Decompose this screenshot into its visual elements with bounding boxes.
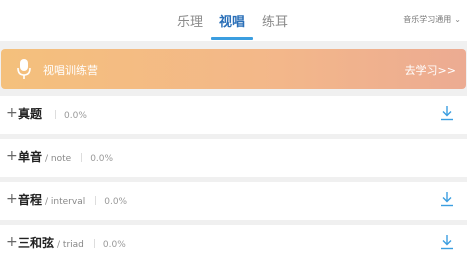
plus-icon[interactable]: + — [6, 191, 18, 207]
download-icon[interactable] — [440, 105, 454, 121]
list-item-interval[interactable]: + 音程 / interval 0.0% — [0, 182, 467, 220]
row-title: 音程 — [18, 193, 43, 207]
progress-percent: 0.0% — [90, 154, 114, 164]
chevron-down-icon: ⌄ — [454, 15, 461, 24]
download-icon[interactable] — [440, 191, 454, 207]
divider — [93, 239, 95, 248]
list-item-note[interactable]: + 单音 / note 0.0% — [0, 139, 467, 177]
go-learn-link[interactable]: 去学习>> — [405, 62, 456, 78]
download-icon[interactable] — [440, 234, 454, 250]
row-subtitle: / note — [45, 154, 72, 164]
list-item-real-exam[interactable]: + 真题 0.0% — [0, 96, 467, 134]
plus-icon[interactable]: + — [6, 105, 18, 121]
top-tab-bar: 乐理 视唱 练耳 音乐学习通用 ⌄ — [0, 0, 467, 41]
tab-music-theory[interactable]: 乐理 — [172, 11, 208, 41]
progress-percent: 0.0% — [104, 197, 128, 207]
active-tab-indicator — [211, 37, 253, 40]
tab-ear-training[interactable]: 练耳 — [257, 11, 293, 41]
progress-percent: 0.0% — [64, 111, 87, 121]
row-subtitle: / triad — [57, 240, 84, 250]
app-selector-label: 音乐学习通用 — [403, 15, 452, 24]
plus-icon[interactable]: + — [6, 148, 18, 164]
progress-percent: 0.0% — [102, 240, 126, 250]
plus-icon[interactable]: + — [6, 234, 18, 250]
divider — [81, 153, 83, 162]
row-title: 真题 — [18, 107, 43, 121]
row-title: 三和弦 — [18, 236, 55, 250]
app-selector[interactable]: 音乐学习通用 ⌄ — [403, 14, 461, 25]
banner-title: 视唱训练营 — [43, 64, 98, 77]
list-item-triad[interactable]: + 三和弦 / triad 0.0% — [0, 225, 467, 260]
microphone-icon — [17, 59, 31, 79]
divider — [55, 110, 57, 119]
divider — [95, 196, 97, 205]
row-title: 单音 — [18, 150, 43, 164]
row-subtitle: / interval — [45, 197, 86, 207]
sight-singing-camp-banner[interactable]: 视唱训练营 去学习>> — [1, 49, 466, 89]
